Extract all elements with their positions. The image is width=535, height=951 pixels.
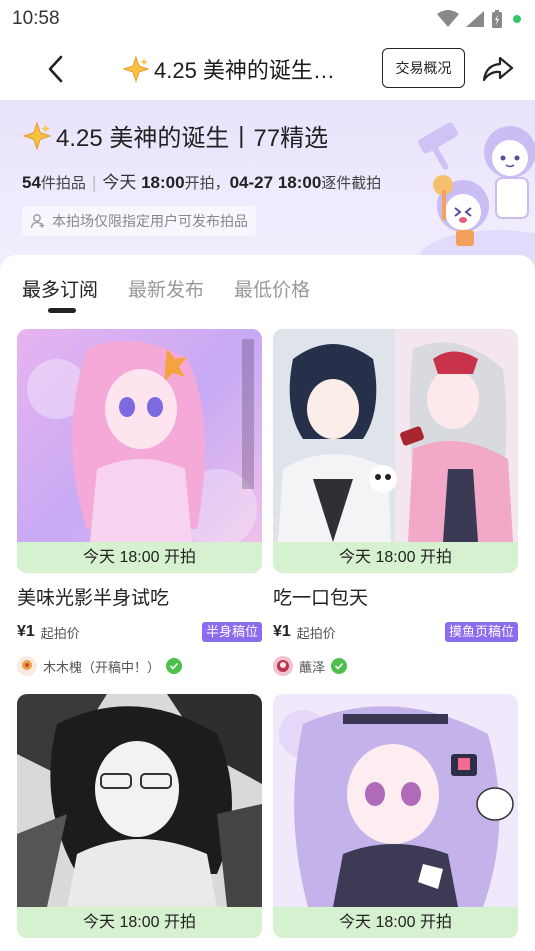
divider: | <box>91 173 97 192</box>
sort-tabs: 最多订阅 最新发布 最低价格 <box>22 275 310 302</box>
share-button[interactable] <box>480 51 516 87</box>
banner-meta: 54件拍品 | 今天 18:00开拍，04-27 18:00逐件截拍 <box>22 168 381 193</box>
price-label: 起拍价 <box>40 625 80 641</box>
slot-tag: 半身稿位 <box>201 622 262 642</box>
price-label: 起拍价 <box>296 625 336 641</box>
status-bar: 10:58 <box>0 0 535 38</box>
auction-banner: 4.25 美神的诞生丨77精选 54件拍品 | 今天 18:00开拍，04-27 1… <box>0 100 535 270</box>
restriction-note: 本拍场仅限指定用户可发布拍品 <box>22 206 256 236</box>
trade-overview-button[interactable]: 交易概况 <box>382 48 465 88</box>
status-icons <box>437 9 521 29</box>
card-artwork <box>273 329 518 573</box>
start-day: 今天 <box>102 173 137 192</box>
back-button[interactable] <box>38 52 72 86</box>
card-start-time: 今天 18:00 开拍 <box>17 542 262 573</box>
notification-dot <box>513 15 521 23</box>
card-start-time: 今天 18:00 开拍 <box>17 907 262 938</box>
card-artwork <box>17 694 262 938</box>
restriction-note-text: 本拍场仅限指定用户可发布拍品 <box>52 213 248 229</box>
start-time: 18:00 <box>141 173 185 192</box>
sparkle-icon <box>22 120 52 151</box>
nav-bar: 4.25 美神的诞生… 交易概况 <box>0 38 535 100</box>
seller-name: 木木槐（开稿中！） <box>43 659 161 675</box>
banner-title: 4.25 美神的诞生丨77精选 <box>22 118 328 153</box>
card-start-time: 今天 18:00 开拍 <box>273 907 518 938</box>
card-price: ¥1 <box>273 623 291 640</box>
auction-card[interactable]: 今天 18:00 开拍 吃一口包天 ¥1 起拍价 摸鱼页稿位 蘸泽 <box>273 329 518 679</box>
card-artwork <box>273 694 518 938</box>
signal-icon <box>466 11 484 27</box>
active-tab-indicator <box>48 308 76 313</box>
nav-title-text: 4.25 美神的诞生… <box>154 58 335 83</box>
share-icon <box>482 56 514 82</box>
end-date: 04-27 <box>229 173 274 192</box>
avatar <box>17 656 37 676</box>
card-start-time: 今天 18:00 开拍 <box>273 542 518 573</box>
battery-icon <box>492 10 502 28</box>
card-title: 吃一口包天 <box>273 588 369 609</box>
chevron-left-icon <box>48 55 63 83</box>
seller-row[interactable]: 蘸泽 <box>273 655 348 677</box>
wifi-icon <box>437 10 459 27</box>
tab-most-subscribed[interactable]: 最多订阅 <box>22 275 98 302</box>
tab-newest[interactable]: 最新发布 <box>128 275 204 302</box>
avatar <box>273 656 293 676</box>
card-artwork <box>17 329 262 573</box>
mascot-illustration <box>418 122 535 270</box>
tab-lowest-price[interactable]: 最低价格 <box>234 275 310 302</box>
auction-card[interactable]: 今天 18:00 开拍 <box>17 694 262 951</box>
auction-card[interactable]: 今天 18:00 开拍 美味光影半身试吃 ¥1 起拍价 半身稿位 木木槐（开稿中… <box>17 329 262 679</box>
verified-icon <box>166 658 183 674</box>
end-time: 18:00 <box>277 173 322 192</box>
card-price: ¥1 <box>17 623 35 640</box>
item-count-unit: 件拍品 <box>40 175 86 192</box>
card-title: 美味光影半身试吃 <box>17 588 170 609</box>
start-suffix: 开拍， <box>184 175 230 192</box>
seller-row[interactable]: 木木槐（开稿中！） <box>17 655 183 677</box>
price-row: ¥1 起拍价 摸鱼页稿位 <box>273 621 518 643</box>
auction-card[interactable]: 今天 18:00 开拍 <box>273 694 518 951</box>
sparkle-icon <box>122 55 150 83</box>
status-time: 10:58 <box>12 8 60 29</box>
nav-title: 4.25 美神的诞生… <box>122 54 362 84</box>
verified-icon <box>331 658 348 674</box>
banner-title-text: 4.25 美神的诞生丨77精选 <box>56 125 329 152</box>
slot-tag: 摸鱼页稿位 <box>444 622 518 642</box>
user-icon <box>30 214 45 229</box>
seller-name: 蘸泽 <box>299 659 326 675</box>
price-row: ¥1 起拍价 半身稿位 <box>17 621 262 643</box>
item-count: 54 <box>22 173 41 192</box>
end-suffix: 逐件截拍 <box>321 175 382 192</box>
